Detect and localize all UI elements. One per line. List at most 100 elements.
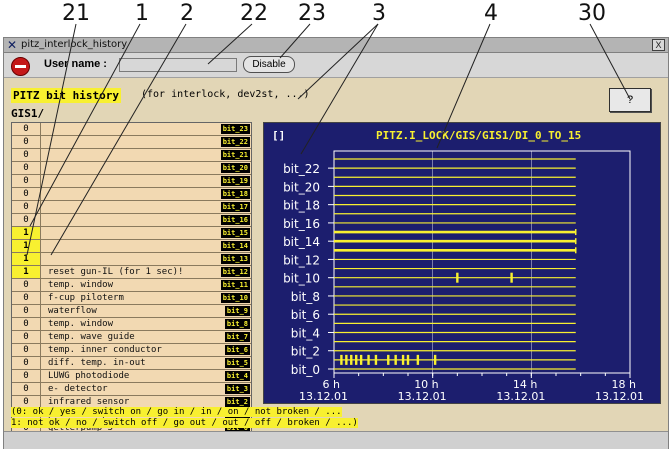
callout-1: 1 xyxy=(135,1,149,26)
bit-tag: bit_20 xyxy=(220,163,250,173)
bit-tag: bit_14 xyxy=(220,241,250,251)
bit-value: 0 xyxy=(12,357,41,369)
bit-description: diff. temp. in-out xyxy=(48,358,146,368)
bit-row[interactable]: 0 bit_17 xyxy=(12,201,251,214)
bit-row[interactable]: 0 temp. window bit_11 xyxy=(12,279,251,292)
chart-svg: [] PITZ.I_LOCK/GIS/GIS1/DI_0_TO_15 6 h13… xyxy=(272,129,644,403)
chart-corner-label[interactable]: [] xyxy=(272,129,285,142)
y-tick-label: bit_18 xyxy=(283,199,320,213)
bit-row[interactable]: 1 bit_15 xyxy=(12,227,251,240)
bit-row[interactable]: 0 bit_16 xyxy=(12,214,251,227)
bit-tag: bit_16 xyxy=(220,215,250,225)
event-mark xyxy=(340,354,343,365)
bit-row[interactable]: 1 bit_14 xyxy=(12,240,251,253)
bit-tag: bit_6 xyxy=(224,345,250,355)
bit-value: 0 xyxy=(12,162,41,174)
bit-row[interactable]: 0 temp. inner conductor bit_6 xyxy=(12,344,251,357)
bit-row[interactable]: 0 bit_20 xyxy=(12,162,251,175)
bit-value: 0 xyxy=(12,305,41,317)
bit-row[interactable]: 0 diff. temp. in-out bit_5 xyxy=(12,357,251,370)
help-button[interactable]: ? xyxy=(609,88,651,112)
event-mark xyxy=(350,354,353,365)
bit-row[interactable]: 1 bit_13 xyxy=(12,253,251,266)
event-mark xyxy=(433,354,437,365)
bit-row[interactable]: 0 LUWG photodiode bit_4 xyxy=(12,370,251,383)
bit-description: temp. window xyxy=(48,280,114,290)
event-mark xyxy=(394,354,397,365)
user-name-input[interactable] xyxy=(119,58,237,72)
event-mark xyxy=(359,354,363,365)
plot-frame xyxy=(333,150,631,374)
bit-value: 1 xyxy=(12,227,41,239)
event-mark xyxy=(367,354,370,365)
bit-row[interactable]: 0 bit_23 xyxy=(12,123,251,136)
x-tick-date: 13.12.01 xyxy=(299,390,348,403)
event-mark xyxy=(456,272,459,283)
bit-description: reset gun-IL (for 1 sec)! xyxy=(48,267,184,277)
bit-row[interactable]: 0 temp. window bit_8 xyxy=(12,318,251,331)
bit-value: 0 xyxy=(12,136,41,148)
bit-list: 0 bit_23 0 bit_22 0 bit_21 0 bit_20 0 bit_19 0 bit_… xyxy=(11,122,252,435)
bit-tag: bit_9 xyxy=(224,306,250,316)
event-mark xyxy=(406,354,410,365)
window-title: pitz_interlock_history xyxy=(21,39,128,50)
bit-value: 0 xyxy=(12,123,41,135)
chart-title: PITZ.I_LOCK/GIS/GIS1/DI_0_TO_15 xyxy=(376,129,581,142)
bit-tag: bit_10 xyxy=(220,293,250,303)
bit-tag: bit_7 xyxy=(224,332,250,342)
y-tick-label: bit_16 xyxy=(283,217,320,231)
bit-tag: bit_11 xyxy=(220,280,250,290)
stop-icon[interactable] xyxy=(11,57,30,76)
bit-value: 0 xyxy=(12,188,41,200)
bit-tag: bit_15 xyxy=(220,228,250,238)
toolbar: User name : Disable xyxy=(4,53,668,78)
bit-row[interactable]: 0 waterflow bit_9 xyxy=(12,305,251,318)
bit-value: 1 xyxy=(12,266,41,278)
x-tick-date: 13.12.01 xyxy=(595,390,644,403)
bit-tag: bit_2 xyxy=(224,397,250,407)
close-window-button[interactable]: X xyxy=(652,39,665,51)
bit-tag: bit_8 xyxy=(224,319,250,329)
y-tick-label: bit_14 xyxy=(283,235,320,249)
bit-history-chart: [] PITZ.I_LOCK/GIS/GIS1/DI_0_TO_15 6 h 13… xyxy=(263,122,661,404)
legend-line-1: 1: not ok / no / switch off / go out / o… xyxy=(11,418,358,428)
bit-row[interactable]: 0 bit_18 xyxy=(12,188,251,201)
x-tick-date: 13.12.01 xyxy=(496,390,545,403)
bit-value: 0 xyxy=(12,331,41,343)
bit-value: 0 xyxy=(12,292,41,304)
bit-row[interactable]: 0 temp. wave guide bit_7 xyxy=(12,331,251,344)
y-tick-label: bit_10 xyxy=(283,272,320,286)
disable-button[interactable]: Disable xyxy=(243,56,295,73)
bit-row[interactable]: 1 reset gun-IL (for 1 sec)! bit_12 xyxy=(12,266,251,279)
status-bar xyxy=(4,431,668,449)
bit-tag: bit_23 xyxy=(220,124,250,134)
legend: (0: ok / yes / switch on / go in / in / … xyxy=(11,407,358,429)
callout-30: 30 xyxy=(578,1,606,26)
y-tick-label: bit_0 xyxy=(291,363,320,377)
y-tick-label: bit_22 xyxy=(283,162,320,176)
y-tick-label: bit_6 xyxy=(291,308,320,322)
event-mark xyxy=(401,354,405,365)
bit-tag: bit_22 xyxy=(220,137,250,147)
title-bar[interactable]: ✕ pitz_interlock_history X xyxy=(4,38,668,53)
event-mark xyxy=(374,354,378,365)
bit-row[interactable]: 0 bit_22 xyxy=(12,136,251,149)
bit-description: waterflow xyxy=(48,306,97,316)
bit-row[interactable]: 0 f-cup piloterm bit_10 xyxy=(12,292,251,305)
y-tick-label: bit_4 xyxy=(291,326,320,340)
callout-22: 22 xyxy=(240,1,268,26)
bit-value: 0 xyxy=(12,214,41,226)
callout-2: 2 xyxy=(180,1,194,26)
bit-row[interactable]: 0 bit_19 xyxy=(12,175,251,188)
bit-row[interactable]: 0 e- detector bit_3 xyxy=(12,383,251,396)
bit-value: 0 xyxy=(12,175,41,187)
callout-3: 3 xyxy=(372,1,386,26)
bit-tag: bit_12 xyxy=(220,267,250,277)
bit-row[interactable]: 0 bit_21 xyxy=(12,149,251,162)
callout-21: 21 xyxy=(62,1,90,26)
bit-tag: bit_18 xyxy=(220,189,250,199)
bit-tag: bit_3 xyxy=(224,384,250,394)
bit-tag: bit_19 xyxy=(220,176,250,186)
bit-tag: bit_17 xyxy=(220,202,250,212)
y-tick-label: bit_8 xyxy=(291,290,320,304)
